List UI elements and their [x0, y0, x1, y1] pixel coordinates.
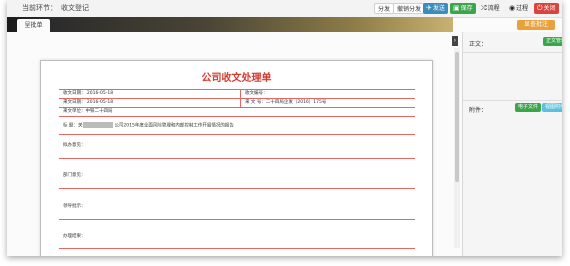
header-banner — [7, 17, 453, 32]
document-paper: 公司收文处理单 收文日期： 2016-05-18 收文编号： 来文日期： 201… — [40, 60, 433, 256]
leader-instruction: 领导批示： — [63, 204, 86, 209]
save-button[interactable]: ▣保存 — [450, 3, 476, 14]
side-panel: 正文： 正文管理 附件： 电子文件 视图附件 — [462, 32, 562, 256]
table-border — [59, 248, 415, 249]
table-border — [59, 188, 415, 189]
subject-row: 标 题：关 公司2015年度全面风险管理和内部控制工作开展情况的报告 — [63, 122, 234, 129]
table-border — [59, 134, 415, 135]
flow-button[interactable]: ⤮流程 — [478, 3, 503, 14]
table-border — [59, 158, 415, 159]
receive-date: 收文日期： 2016-05-18 — [63, 91, 114, 96]
top-toolbar: 当前环节： 收文登记 分发 撤销分发 ✈发送 ▣保存 ⤮流程 ◉过程 ⏻关闭 — [7, 0, 562, 18]
tab-approval-form[interactable]: 呈批单 — [17, 19, 50, 32]
subject-label: 标 题： — [63, 123, 78, 129]
power-icon: ⏻ — [537, 4, 543, 12]
receive-number: 收文编号： — [245, 91, 268, 96]
divider — [463, 100, 562, 101]
shuffle-icon: ⤮ — [481, 4, 487, 12]
subject-prefix: 关 — [77, 123, 83, 129]
process-button[interactable]: ◉过程 — [506, 3, 531, 14]
department-opinion: 部门意见： — [63, 173, 86, 178]
app-window: 当前环节： 收文登记 分发 撤销分发 ✈发送 ▣保存 ⤮流程 ◉过程 ⏻关闭 呈批… — [7, 0, 562, 256]
eye-icon: ◉ — [509, 4, 516, 12]
send-icon: ✈ — [426, 4, 432, 12]
current-step-label: 当前环节： — [22, 4, 57, 12]
handling-result: 办理结果： — [63, 234, 86, 239]
chevron-right-icon: › — [453, 37, 457, 44]
dispatch-opinion: 拟办意见： — [63, 143, 86, 148]
document-title: 公司收文处理单 — [201, 73, 272, 84]
cancel-branch-button[interactable]: 撤销分发 — [393, 3, 426, 14]
subject-suffix: 公司2015年度全面风险管理和内部控制工作开展情况的报告 — [114, 123, 234, 129]
save-icon: ▣ — [453, 4, 460, 12]
body-text-label: 正文： — [469, 41, 488, 48]
current-step-value: 收文登记 — [61, 4, 89, 12]
table-border — [59, 116, 415, 117]
table-border — [59, 219, 415, 220]
current-step: 当前环节： 收文登记 — [22, 3, 89, 13]
attachment-label: 附件： — [469, 107, 488, 114]
show-annotations-button[interactable]: 显查批注 — [517, 20, 555, 30]
incoming-number: 来 文 号：二十四局企发（2016）175号 — [245, 100, 327, 105]
scrollbar-thumb[interactable] — [455, 52, 459, 182]
send-button[interactable]: ✈发送 — [423, 3, 448, 14]
redacted-text — [83, 122, 114, 128]
view-attachment-button[interactable]: 视图附件 — [542, 103, 562, 112]
divider — [463, 52, 562, 53]
incoming-unit: 来文单位：中铁二十四局 — [63, 109, 113, 114]
body-manage-button[interactable]: 正文管理 — [543, 37, 562, 46]
collapse-panel-toggle[interactable]: › — [452, 36, 458, 46]
electronic-file-button[interactable]: 电子文件 — [515, 103, 542, 112]
close-button[interactable]: ⏻关闭 — [534, 3, 559, 14]
branch-button[interactable]: 分发 — [374, 3, 395, 14]
incoming-date: 来文日期： 2016-05-18 — [63, 100, 114, 105]
